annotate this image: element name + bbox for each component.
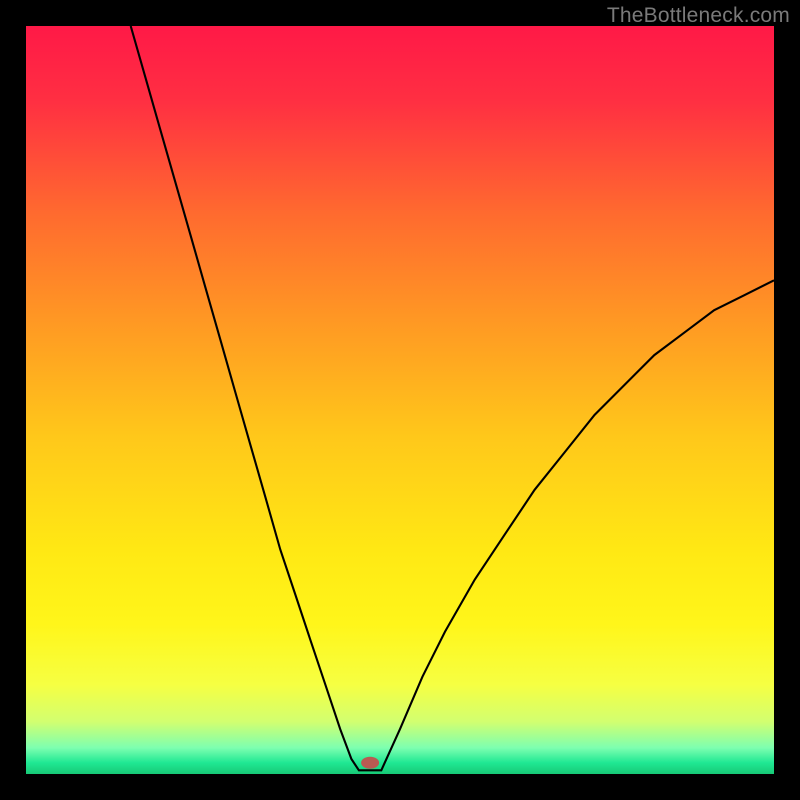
- plot-area: [26, 26, 774, 774]
- bottleneck-chart: [26, 26, 774, 774]
- chart-frame: TheBottleneck.com: [0, 0, 800, 800]
- watermark-text: TheBottleneck.com: [607, 4, 790, 28]
- optimal-point-marker: [361, 757, 379, 769]
- gradient-background: [26, 26, 774, 774]
